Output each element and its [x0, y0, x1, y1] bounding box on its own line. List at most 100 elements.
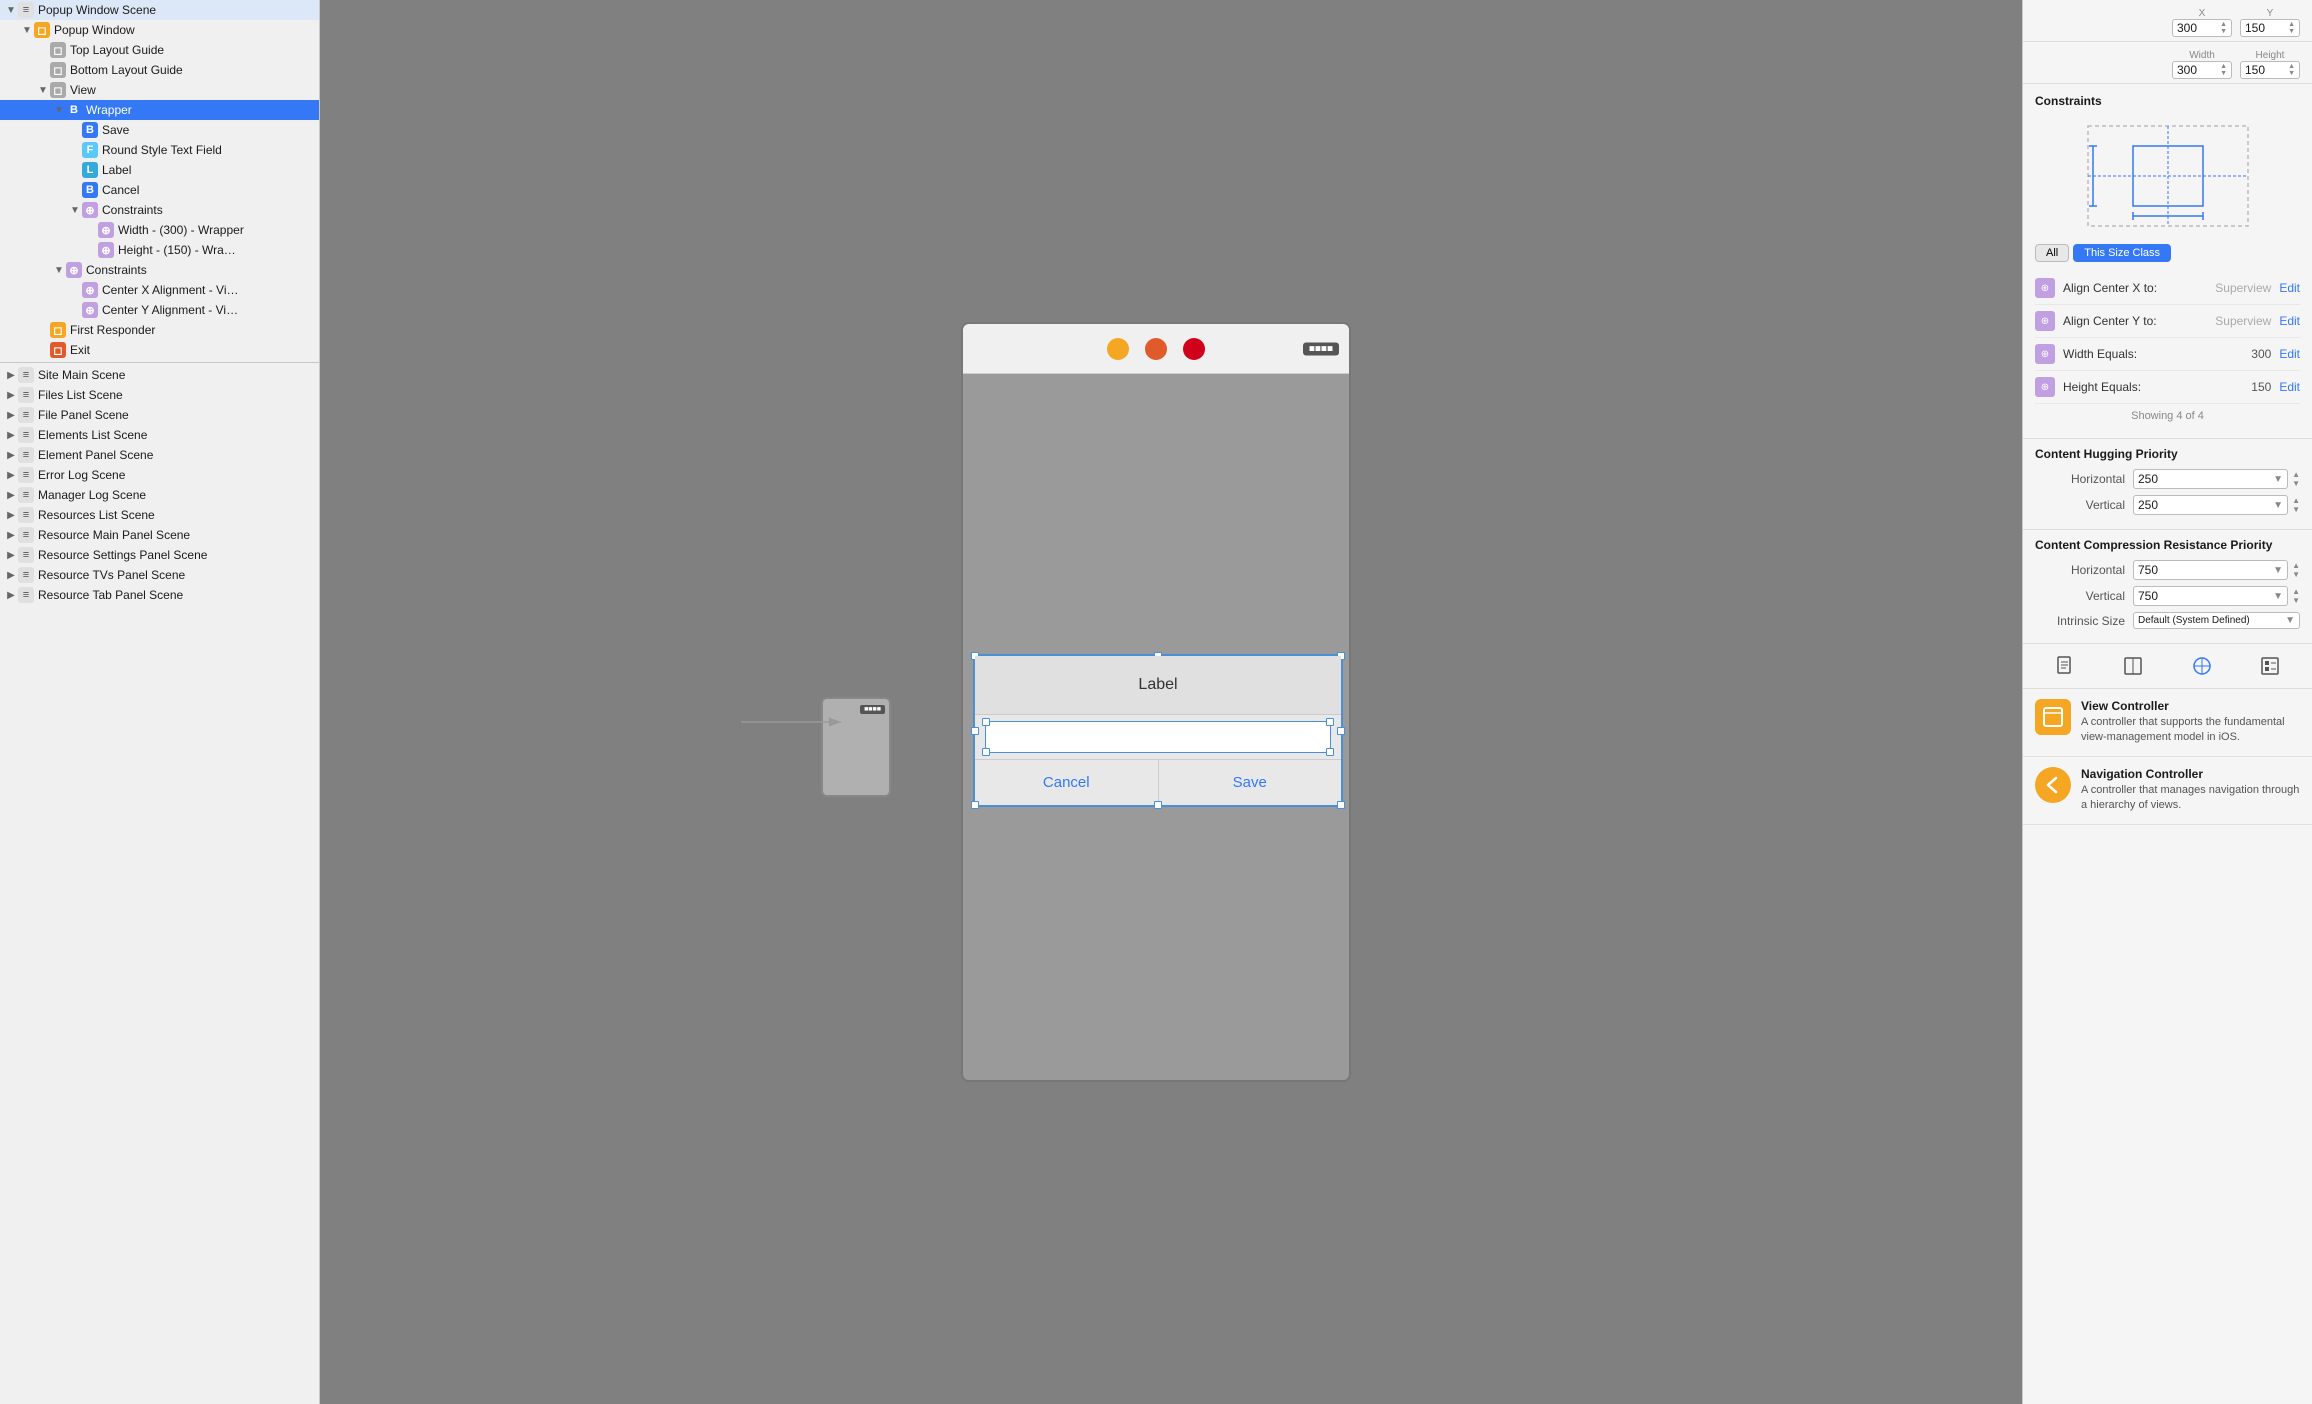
x-stepper[interactable]: ▲▼: [2220, 21, 2227, 35]
scene-item-resource-tab-panel-scene[interactable]: ▶≡Resource Tab Panel Scene: [0, 585, 319, 605]
width-stepper[interactable]: ▲▼: [2220, 63, 2227, 77]
tree-item-center-x[interactable]: ⊕Center X Alignment - Vi…: [0, 280, 319, 300]
constraint-icon-bar[interactable]: [2188, 652, 2216, 680]
hugging-v-select[interactable]: 250 ▼: [2133, 495, 2288, 515]
width-input[interactable]: 300 ▲▼: [2172, 61, 2232, 79]
layout-icon[interactable]: [2119, 652, 2147, 680]
popup-dialog: Label Cancel Save: [973, 654, 1343, 807]
tree-item-width-constraint[interactable]: ⊕Width - (300) - Wrapper: [0, 220, 319, 240]
scene-toggle-file-panel-scene[interactable]: ▶: [4, 410, 18, 421]
height-stepper[interactable]: ▲▼: [2288, 63, 2295, 77]
compression-title: Content Compression Resistance Priority: [2035, 538, 2300, 552]
tree-item-exit[interactable]: ◻Exit: [0, 340, 319, 360]
tree-label-exit: Exit: [70, 343, 90, 357]
constraint-edit-2[interactable]: Edit: [2279, 347, 2300, 361]
scene-item-element-panel-scene[interactable]: ▶≡Element Panel Scene: [0, 445, 319, 465]
scene-item-file-panel-scene[interactable]: ▶≡File Panel Scene: [0, 405, 319, 425]
library-item-navigation-controller[interactable]: Navigation ControllerA controller that m…: [2023, 757, 2312, 825]
tree-label-top-layout-guide: Top Layout Guide: [70, 43, 164, 57]
comp-v-stepper[interactable]: ▲▼: [2292, 587, 2300, 605]
cancel-button[interactable]: Cancel: [975, 760, 1159, 805]
scene-toggle-resources-list-scene[interactable]: ▶: [4, 510, 18, 521]
tree-toggle-constraints-view[interactable]: ▼: [52, 265, 66, 276]
library-item-view-controller[interactable]: View ControllerA controller that support…: [2023, 689, 2312, 757]
tree-toggle-wrapper[interactable]: ▼: [52, 105, 66, 116]
scene-toggle-site-main-scene[interactable]: ▶: [4, 370, 18, 381]
y-input[interactable]: 150 ▲▼: [2240, 19, 2300, 37]
tree-toggle-popup-window[interactable]: ▼: [20, 25, 34, 36]
comp-h-arrow: ▼: [2273, 565, 2283, 576]
tree-item-wrapper[interactable]: ▼BWrapper: [0, 100, 319, 120]
right-panel: X 300 ▲▼ Y 150 ▲▼ Width 300 ▲▼ Height: [2022, 0, 2312, 1404]
tree-item-cancel[interactable]: BCancel: [0, 180, 319, 200]
scene-toggle-element-panel-scene[interactable]: ▶: [4, 450, 18, 461]
all-size-class-btn[interactable]: All: [2035, 244, 2069, 262]
tree-item-height-constraint[interactable]: ⊕Height - (150) - Wra…: [0, 240, 319, 260]
y-stepper[interactable]: ▲▼: [2288, 21, 2295, 35]
scene-item-resources-list-scene[interactable]: ▶≡Resources List Scene: [0, 505, 319, 525]
tree-item-save[interactable]: BSave: [0, 120, 319, 140]
constraint-diagram: [2035, 116, 2300, 236]
tree-item-top-layout-guide[interactable]: ◻Top Layout Guide: [0, 40, 319, 60]
hugging-v-stepper[interactable]: ▲▼: [2292, 496, 2300, 514]
constraint-value-2: 300: [2251, 347, 2271, 361]
scene-item-resource-main-panel-scene[interactable]: ▶≡Resource Main Panel Scene: [0, 525, 319, 545]
scene-icon-resources-list-scene: ≡: [18, 507, 34, 523]
scene-toggle-resource-settings-panel-scene[interactable]: ▶: [4, 550, 18, 561]
tree-item-bottom-layout-guide[interactable]: ◻Bottom Layout Guide: [0, 60, 319, 80]
scene-toggle-error-log-scene[interactable]: ▶: [4, 470, 18, 481]
constraint-row-2: ⊕Width Equals:300Edit: [2035, 338, 2300, 371]
intrinsic-arrow: ▼: [2285, 615, 2295, 626]
tree-toggle-view[interactable]: ▼: [36, 85, 50, 96]
scene-item-elements-list-scene[interactable]: ▶≡Elements List Scene: [0, 425, 319, 445]
save-button[interactable]: Save: [1159, 760, 1342, 805]
scene-item-site-main-scene[interactable]: ▶≡Site Main Scene: [0, 365, 319, 385]
tree-item-label[interactable]: LLabel: [0, 160, 319, 180]
scene-toggle-resource-tvs-panel-scene[interactable]: ▶: [4, 570, 18, 581]
tree-item-first-responder[interactable]: ◻First Responder: [0, 320, 319, 340]
this-size-class-btn[interactable]: This Size Class: [2073, 244, 2171, 262]
showing-label: Showing 4 of 4: [2035, 404, 2300, 428]
scene-item-manager-log-scene[interactable]: ▶≡Manager Log Scene: [0, 485, 319, 505]
tree-icon-wrapper: B: [66, 102, 82, 118]
intrinsic-row: Intrinsic Size Default (System Defined) …: [2035, 612, 2300, 629]
scene-toggle-elements-list-scene[interactable]: ▶: [4, 430, 18, 441]
tree-item-view[interactable]: ▼◻View: [0, 80, 319, 100]
list-icon[interactable]: [2256, 652, 2284, 680]
tree-item-popup-window[interactable]: ▼◻Popup Window: [0, 20, 319, 40]
scene-item-files-list-scene[interactable]: ▶≡Files List Scene: [0, 385, 319, 405]
constraint-edit-0[interactable]: Edit: [2279, 281, 2300, 295]
tree-item-constraints-view[interactable]: ▼⊕Constraints: [0, 260, 319, 280]
comp-v-select[interactable]: 750 ▼: [2133, 586, 2288, 606]
scene-toggle-resource-tab-panel-scene[interactable]: ▶: [4, 590, 18, 601]
hugging-h-stepper[interactable]: ▲▼: [2292, 470, 2300, 488]
constraint-edit-1[interactable]: Edit: [2279, 314, 2300, 328]
compression-horizontal-row: Horizontal 750 ▼ ▲▼: [2035, 560, 2300, 580]
tree-toggle-popup-window-scene[interactable]: ▼: [4, 5, 18, 16]
tree-item-round-style-text-field[interactable]: FRound Style Text Field: [0, 140, 319, 160]
height-input[interactable]: 150 ▲▼: [2240, 61, 2300, 79]
tree-toggle-constraints-wrapper[interactable]: ▼: [68, 205, 82, 216]
scene-toggle-manager-log-scene[interactable]: ▶: [4, 490, 18, 501]
hugging-h-label: Horizontal: [2035, 472, 2125, 486]
tree-item-center-y[interactable]: ⊕Center Y Alignment - Vi…: [0, 300, 319, 320]
tree-item-constraints-wrapper[interactable]: ▼⊕Constraints: [0, 200, 319, 220]
constraint-edit-3[interactable]: Edit: [2279, 380, 2300, 394]
hugging-v-value: 250: [2138, 498, 2158, 512]
popup-buttons-row: Cancel Save: [975, 759, 1341, 805]
popup-textfield[interactable]: [985, 721, 1331, 753]
hugging-h-select[interactable]: 250 ▼: [2133, 469, 2288, 489]
comp-h-stepper[interactable]: ▲▼: [2292, 561, 2300, 579]
scene-item-error-log-scene[interactable]: ▶≡Error Log Scene: [0, 465, 319, 485]
comp-h-select[interactable]: 750 ▼: [2133, 560, 2288, 580]
intrinsic-select[interactable]: Default (System Defined) ▼: [2133, 612, 2300, 629]
library-text-view-controller: View ControllerA controller that support…: [2081, 699, 2300, 746]
x-input[interactable]: 300 ▲▼: [2172, 19, 2232, 37]
scene-item-resource-settings-panel-scene[interactable]: ▶≡Resource Settings Panel Scene: [0, 545, 319, 565]
tree-item-popup-window-scene[interactable]: ▼≡Popup Window Scene: [0, 0, 319, 20]
small-phone-thumbnail: ■■■■: [821, 697, 891, 797]
scene-toggle-resource-main-panel-scene[interactable]: ▶: [4, 530, 18, 541]
scene-item-resource-tvs-panel-scene[interactable]: ▶≡Resource TVs Panel Scene: [0, 565, 319, 585]
scene-toggle-files-list-scene[interactable]: ▶: [4, 390, 18, 401]
file-icon[interactable]: [2051, 652, 2079, 680]
